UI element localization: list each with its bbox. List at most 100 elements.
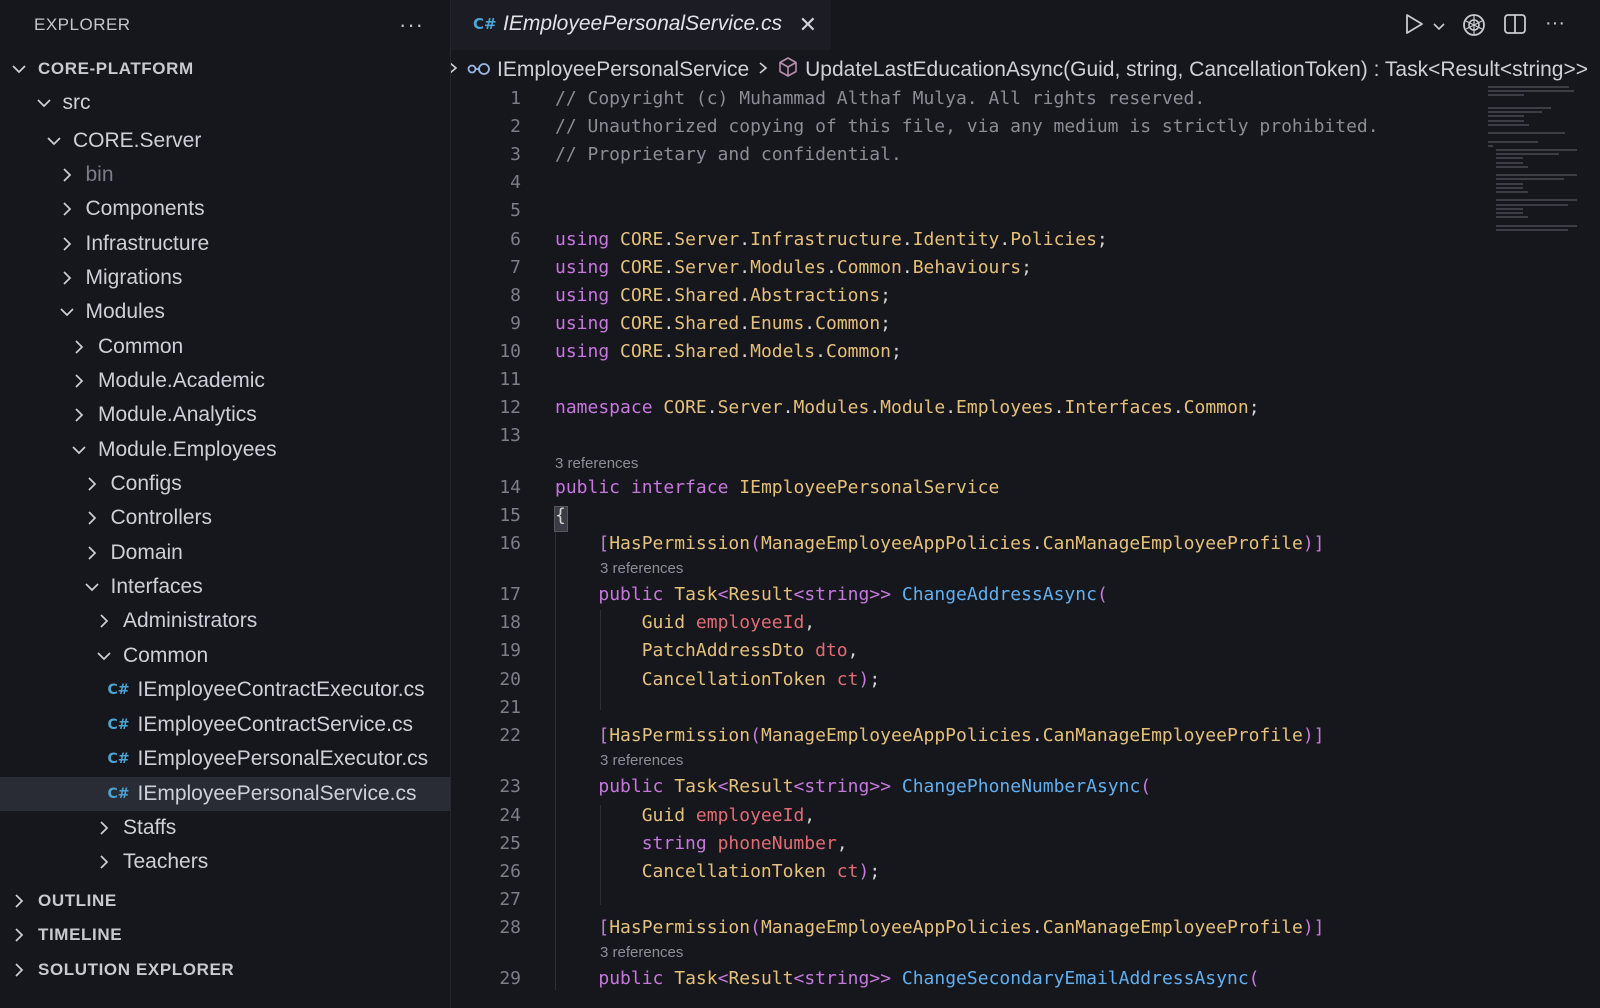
code-line[interactable]: public Task<Result<string>> ChangePhoneN… <box>555 776 1151 797</box>
line-number: 25 <box>499 833 521 854</box>
minimap-line <box>1496 186 1523 189</box>
minimap-line <box>1488 115 1524 118</box>
section-solution-explorer[interactable]: SOLUTION EXPLORER <box>0 953 450 987</box>
workspace-root[interactable]: CORE-PLATFORM <box>0 52 450 86</box>
section-timeline[interactable]: TIMELINE <box>0 918 450 952</box>
folder-item[interactable]: Configs <box>0 467 450 501</box>
code-line[interactable]: public Task<Result<string>> ChangeAddres… <box>555 584 1107 605</box>
folder-item[interactable]: Module.Analytics <box>0 398 450 432</box>
file-item[interactable]: C# IEmployeeContractExecutor.cs <box>0 673 450 707</box>
tree-item-label: Migrations <box>85 266 183 289</box>
folder-item[interactable]: Administrators <box>0 604 450 638</box>
folder-item[interactable]: Infrastructure <box>0 227 450 261</box>
codelens-references[interactable]: 3 references <box>600 560 683 577</box>
line-number: 23 <box>499 776 521 797</box>
code-line[interactable]: CancellationToken ct); <box>555 861 880 882</box>
chevron-right-icon <box>757 58 769 82</box>
folder-item[interactable]: Common <box>0 330 450 364</box>
folder-item[interactable]: Staffs <box>0 811 450 845</box>
folder-item[interactable]: Module.Academic <box>0 364 450 398</box>
codelens-references[interactable]: 3 references <box>555 455 638 472</box>
minimap[interactable] <box>1488 86 1588 246</box>
code-line[interactable]: Guid employeeId, <box>555 805 815 826</box>
folder-item[interactable]: Interfaces <box>0 570 450 604</box>
minimap-line <box>1496 224 1577 227</box>
chevron-right-icon <box>58 200 76 218</box>
editor-area: C# IEmployeePersonalService.cs ✕ ··· IEm… <box>451 0 1600 1008</box>
file-item[interactable]: C# IEmployeePersonalService.cs <box>0 777 450 811</box>
tree-item-label: Components <box>85 197 205 220</box>
minimap-line <box>1488 94 1524 97</box>
code-line[interactable]: namespace CORE.Server.Modules.Module.Emp… <box>555 397 1260 418</box>
split-editor-icon[interactable] <box>1503 12 1527 42</box>
chevron-down-icon[interactable] <box>1431 14 1447 40</box>
line-number: 4 <box>510 172 521 193</box>
code-line[interactable]: public interface IEmployeePersonalServic… <box>555 477 999 498</box>
folder-item[interactable]: Teachers <box>0 845 450 879</box>
explorer-more-icon[interactable]: ··· <box>399 12 424 38</box>
code-line[interactable]: // Copyright (c) Muhammad Althaf Mulya. … <box>555 88 1205 109</box>
code-line[interactable]: // Proprietary and confidential. <box>555 144 902 165</box>
codelens-references[interactable]: 3 references <box>600 752 683 769</box>
code-line[interactable]: // Unauthorized copying of this file, vi… <box>555 116 1379 137</box>
code-line[interactable]: { <box>555 505 566 526</box>
close-icon[interactable]: ✕ <box>799 12 817 38</box>
code-line[interactable]: Guid employeeId, <box>555 612 815 633</box>
code-line[interactable]: using CORE.Server.Modules.Common.Behavio… <box>555 257 1032 278</box>
folder-item[interactable]: Controllers <box>0 501 450 535</box>
chevron-right-icon <box>10 926 28 944</box>
tree-item-label: Infrastructure <box>85 232 210 255</box>
line-number: 28 <box>499 917 521 938</box>
code-line[interactable]: using CORE.Shared.Abstractions; <box>555 285 891 306</box>
breadcrumb-method[interactable]: UpdateLastEducationAsync(Guid, string, C… <box>805 58 1588 82</box>
code-line[interactable]: string phoneNumber, <box>555 833 848 854</box>
folder-item[interactable]: Modules <box>0 295 450 329</box>
folder-item[interactable]: Components <box>0 192 450 226</box>
code-line[interactable]: public Task<Result<string>> ChangeSecond… <box>555 968 1259 989</box>
line-number: 11 <box>499 369 521 390</box>
folder-item[interactable]: src <box>0 86 450 120</box>
copilot-icon[interactable] <box>1461 12 1487 44</box>
run-icon[interactable] <box>1403 12 1425 42</box>
code-line[interactable]: using CORE.Shared.Enums.Common; <box>555 313 891 334</box>
code-line[interactable]: [HasPermission(ManageEmployeeAppPolicies… <box>555 917 1324 938</box>
minimap-line <box>1488 107 1551 109</box>
minimap-line <box>1496 207 1523 210</box>
breadcrumb-interface[interactable]: IEmployeePersonalService <box>497 58 749 82</box>
line-number: 22 <box>499 725 521 746</box>
chevron-right-icon <box>58 166 76 184</box>
code-line[interactable]: [HasPermission(ManageEmployeeAppPolicies… <box>555 533 1324 554</box>
folder-item[interactable]: bin <box>0 158 450 192</box>
tree-item-label: Common <box>98 335 184 358</box>
file-item[interactable]: C# IEmployeePersonalExecutor.cs <box>0 742 450 776</box>
minimap-line <box>1496 182 1523 185</box>
section-label: TIMELINE <box>38 925 123 944</box>
tab-active-file[interactable]: C# IEmployeePersonalService.cs ✕ <box>451 0 831 50</box>
more-icon[interactable]: ··· <box>1545 12 1565 35</box>
code-line[interactable]: CancellationToken ct); <box>555 669 880 690</box>
code-line[interactable]: using CORE.Server.Infrastructure.Identit… <box>555 229 1108 250</box>
tree-item-label: IEmployeePersonalExecutor.cs <box>137 747 429 770</box>
minimap-line <box>1496 191 1528 193</box>
line-number: 5 <box>510 200 521 221</box>
chevron-down-icon <box>83 578 101 596</box>
code-line[interactable]: [HasPermission(ManageEmployeeAppPolicies… <box>555 725 1324 746</box>
section-outline[interactable]: OUTLINE <box>0 884 450 918</box>
minimap-line <box>1496 216 1528 219</box>
file-item[interactable]: C# IEmployeeContractService.cs <box>0 708 450 742</box>
code-line[interactable]: using CORE.Shared.Models.Common; <box>555 341 902 362</box>
minimap-line <box>1488 119 1524 122</box>
folder-item[interactable]: Domain <box>0 536 450 570</box>
folder-item[interactable]: CORE.Server <box>0 124 450 158</box>
code-line[interactable]: PatchAddressDto dto, <box>555 640 859 661</box>
chevron-right-icon <box>58 235 76 253</box>
minimap-line <box>1488 123 1529 126</box>
folder-item[interactable]: Module.Employees <box>0 433 450 467</box>
breadcrumb: IEmployeePersonalService UpdateLastEduca… <box>451 52 1600 88</box>
minimap-line <box>1496 178 1564 181</box>
folder-item[interactable]: Common <box>0 639 450 673</box>
codelens-references[interactable]: 3 references <box>600 944 683 961</box>
folder-item[interactable]: Migrations <box>0 261 450 295</box>
tree-item-label: Staffs <box>123 816 177 839</box>
code-text: CancellationToken ct); <box>641 669 881 690</box>
